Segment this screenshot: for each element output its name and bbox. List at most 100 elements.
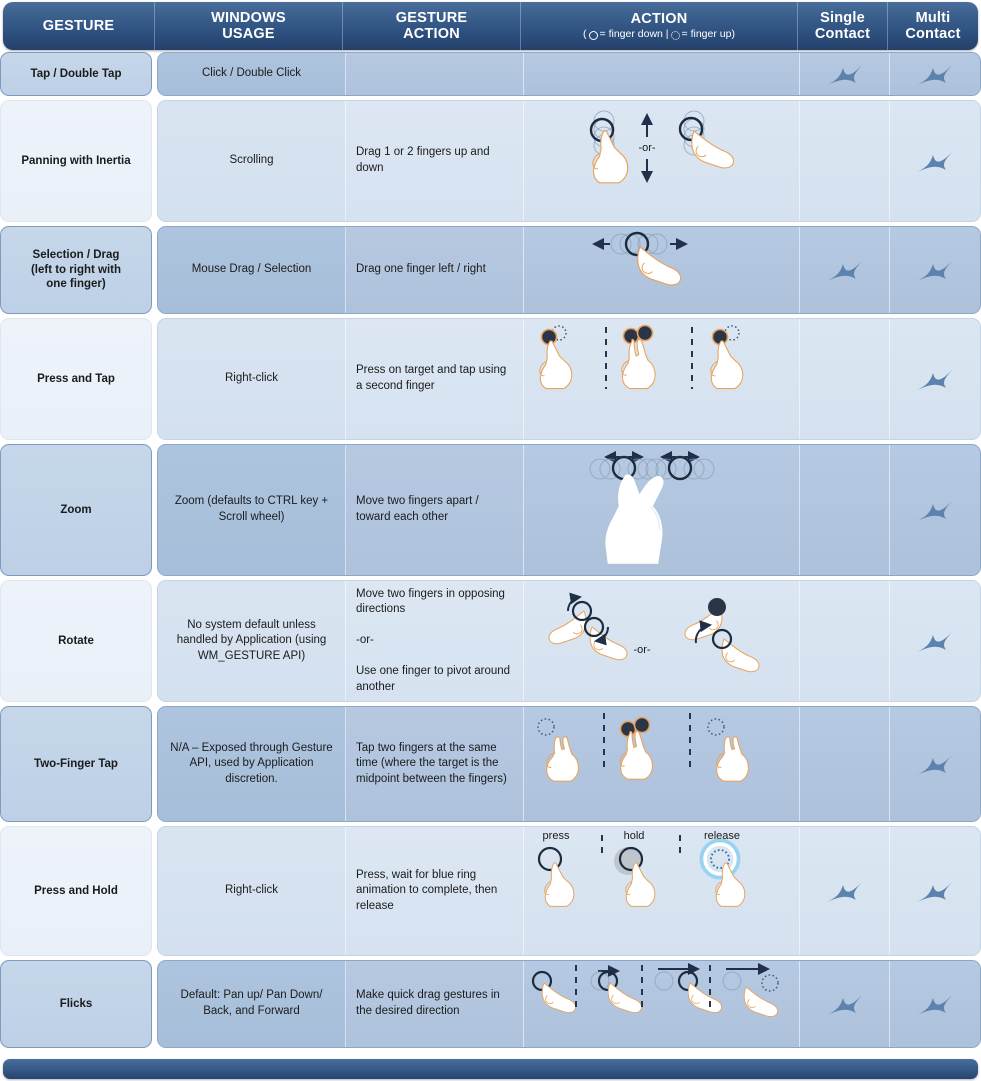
header-col-single-contact: Single Contact [798,2,888,50]
gesture-name-cell: Press and Tap [0,318,152,440]
contact-star-icon [826,64,863,85]
gesture-action-label: Make quick drag gestures in the desired … [356,989,500,1017]
gesture-action-cell: Move two fingers apart / toward each oth… [346,445,524,575]
legend-paren-open: ( [583,28,587,41]
single-contact-cell [800,581,890,701]
hand-illustration [546,736,579,782]
illo-label-or: -or- [633,644,650,656]
gesture-name-label: Selection / Drag (left to right with one f… [31,248,121,293]
hand-illustration [716,736,749,782]
header-label-single: Single [820,9,865,26]
gesture-name-line: Selection / Drag [32,248,120,261]
contact-star-icon [917,500,953,521]
single-contact-cell [800,227,890,313]
hand-illustration [539,340,573,390]
windows-usage-cell: No system default unless handled by Appl… [158,581,346,701]
gesture-name-line: one finger) [46,278,106,291]
table-row: Two-Finger Tap N/A – Exposed through Gest… [0,706,981,822]
gesture-action-label: Drag one finger left / right [356,263,486,276]
table-row: Press and Tap Right-click Press on target … [0,318,981,440]
hand-illustration [710,340,744,390]
hand-illustration [743,986,779,1017]
multi-contact-cell [890,227,980,313]
hand-illustration [621,338,656,390]
gesture-name-label: Panning with Inertia [21,154,130,169]
row-capsule: Scrolling Drag 1 or 2 fingers up and down… [157,100,981,222]
illustration-flicks-four-panel [524,961,799,1047]
hand-illustration [687,982,723,1013]
footer-bar [3,1059,978,1079]
multi-contact-cell [890,581,980,701]
gesture-name-label: Two-Finger Tap [34,757,118,772]
gesture-action-label: Press on target and tap using a second f… [356,364,507,392]
hand-illustration [605,474,664,564]
hand-illustration [592,130,629,184]
contact-star-icon [917,64,953,85]
multi-contact-cell [890,707,980,821]
gesture-action-label: Drag 1 or 2 fingers up and down [356,146,490,174]
gesture-name-label: Flicks [60,997,93,1012]
illustration-two-finger-tap-three-panel [524,707,799,821]
contact-star-icon [917,369,953,390]
table-row: Rotate No system default unless handled b… [0,580,981,702]
action-illustration-cell [524,53,800,95]
illo-label-or: -or- [638,142,655,154]
windows-usage-cell: N/A – Exposed through Gesture API, used … [158,707,346,821]
action-illustration-cell [524,319,800,439]
table-body: Tap / Double Tap Click / Double Click Pan… [0,52,981,1052]
row-capsule: No system default unless handled by Appl… [157,580,981,702]
windows-usage-cell: Click / Double Click [158,53,346,95]
gesture-name-line: Tap / Double Tap [30,67,122,80]
windows-usage-cell: Zoom (defaults to CTRL key + Scroll whee… [158,445,346,575]
hand-illustration [715,862,746,907]
action-illustration-cell [524,445,800,575]
contact-star-icon [826,260,863,281]
row-capsule: Right-click Press on target and tap using… [157,318,981,440]
gesture-reference-table: GESTURE WINDOWS USAGE GESTURE ACTION ACT… [0,0,981,1081]
gesture-action-label: Tap two fingers at the same time (where … [356,741,507,785]
gesture-name-line: Press and Hold [34,884,118,897]
gesture-name-label: Press and Tap [37,372,115,387]
header-label-contact-2: Contact [905,26,961,42]
hand-illustration [548,610,587,645]
action-illustration-cell [524,707,800,821]
single-contact-cell [800,961,890,1047]
table-row: Selection / Drag (left to right with one f… [0,226,981,314]
action-illustration-cell [524,227,800,313]
table-row: Panning with Inertia Scrolling Drag 1 or 2… [0,100,981,222]
table-row: Tap / Double Tap Click / Double Click [0,52,981,96]
action-illustration-cell: press hold release [524,827,800,955]
single-contact-cell [800,827,890,955]
gesture-name-label: Tap / Double Tap [31,67,122,82]
contact-star-icon [826,994,863,1015]
gesture-name-cell: Tap / Double Tap [0,52,152,96]
windows-usage-cell: Scrolling [158,101,346,221]
row-capsule: Click / Double Click [157,52,981,96]
gesture-name-cell: Press and Hold [0,826,152,956]
table-header: GESTURE WINDOWS USAGE GESTURE ACTION ACT… [3,2,978,50]
multi-contact-cell [890,445,980,575]
row-capsule: Mouse Drag / Selection Drag one finger le… [157,226,981,314]
gesture-name-cell: Flicks [0,960,152,1048]
gesture-name-line: Rotate [58,634,94,647]
multi-contact-cell [890,827,980,955]
illustration-press-and-tap-three-panel [524,319,799,439]
multi-contact-cell [890,101,980,221]
illo-label-press: press [543,830,570,842]
header-label-windows: WINDOWS [211,9,286,26]
row-capsule: Right-click Press, wait for blue ring ani… [157,826,981,956]
gesture-action-cell: Tap two fingers at the same time (where … [346,707,524,821]
hand-illustration [691,130,735,169]
contact-star-icon [917,260,953,281]
hand-illustration [589,626,628,661]
gesture-name-line: (left to right with [30,263,122,276]
header-col-gesture: GESTURE [3,2,155,50]
row-capsule: Default: Pan up/ Pan Down/ Back, and For… [157,960,981,1048]
windows-usage-cell: Mouse Drag / Selection [158,227,346,313]
gesture-action-label: Press, wait for blue ring animation to c… [356,868,498,912]
multi-contact-cell [890,319,980,439]
gesture-name-line: Two-Finger Tap [34,757,118,770]
illustration-zoom-pinch-two-fingers [524,445,799,575]
hand-illustration [607,982,643,1013]
windows-usage-cell: Default: Pan up/ Pan Down/ Back, and For… [158,961,346,1047]
